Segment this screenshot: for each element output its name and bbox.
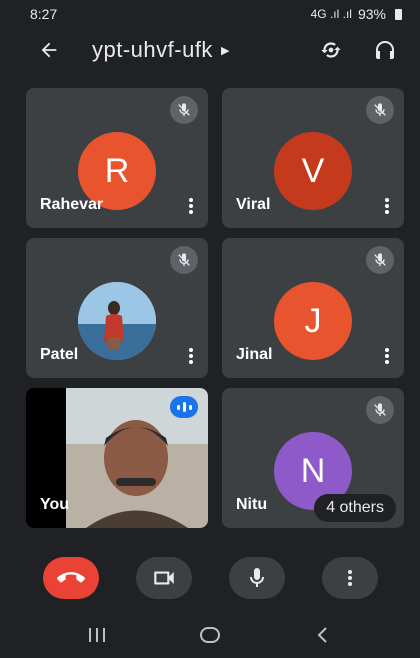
more-vert-icon[interactable]	[380, 196, 394, 216]
avatar: J	[274, 282, 352, 360]
switch-camera-icon	[321, 42, 341, 58]
chevron-left-icon	[317, 627, 328, 643]
more-vert-icon[interactable]	[184, 196, 198, 216]
mic-off-icon	[366, 96, 394, 124]
others-button[interactable]: 4 others	[314, 494, 396, 522]
more-vert-icon[interactable]	[184, 346, 198, 366]
participant-tile-patel[interactable]: Patel	[26, 238, 208, 378]
participant-name: You	[40, 496, 70, 513]
participant-tile-jinal[interactable]: J Jinal	[222, 238, 404, 378]
home-button[interactable]	[195, 620, 225, 650]
switch-camera-button[interactable]	[318, 37, 344, 63]
back-arrow-icon	[41, 42, 57, 58]
camera-toggle-button[interactable]	[135, 557, 192, 599]
participant-name: Nitu	[236, 496, 268, 513]
recent-apps-button[interactable]	[82, 620, 112, 650]
end-call-button[interactable]	[42, 557, 99, 599]
speaking-indicator-icon	[170, 396, 198, 418]
mic-off-icon	[366, 396, 394, 424]
more-options-button[interactable]	[321, 557, 378, 599]
mic-off-icon	[170, 96, 198, 124]
avatar-photo	[78, 282, 156, 360]
end-call-icon	[56, 572, 85, 583]
system-nav-bar	[0, 612, 420, 658]
battery-level: 93%	[357, 6, 386, 22]
headphones-icon	[376, 41, 394, 59]
participant-tile-viral[interactable]: V Viral	[222, 88, 404, 228]
videocam-icon	[153, 571, 174, 585]
participant-tile-rahevar[interactable]: R Rahevar	[26, 88, 208, 228]
mic-icon	[249, 568, 264, 587]
nav-back-button[interactable]	[308, 620, 338, 650]
call-controls	[0, 552, 420, 604]
status-indicators: 4G .ıl .ıl 93%	[311, 6, 402, 22]
mic-off-icon	[366, 246, 394, 274]
recent-apps-icon	[88, 628, 105, 642]
status-bar: 8:27 4G .ıl .ıl 93%	[0, 0, 420, 28]
avatar: V	[274, 132, 352, 210]
participant-tile-nitu[interactable]: N Nitu 4 others	[222, 388, 404, 528]
meeting-top-bar: ypt-uhvf-ufk ▶	[0, 30, 420, 70]
home-icon	[199, 627, 220, 643]
back-button[interactable]	[36, 37, 62, 63]
meeting-code-button[interactable]: ypt-uhvf-ufk ▶	[92, 37, 230, 63]
participant-name: Rahevar	[40, 196, 104, 213]
network-indicator: 4G .ıl .ıl	[310, 7, 352, 21]
caret-right-icon: ▶	[220, 44, 230, 57]
mic-off-icon	[170, 246, 198, 274]
battery-icon	[395, 8, 402, 20]
microphone-toggle-button[interactable]	[228, 557, 285, 599]
meeting-code: ypt-uhvf-ufk	[92, 37, 213, 62]
more-vert-icon[interactable]	[380, 346, 394, 366]
more-vert-icon	[347, 570, 352, 586]
participant-name: Viral	[236, 196, 271, 213]
participant-name: Patel	[40, 346, 79, 363]
audio-output-button[interactable]	[372, 37, 398, 63]
participant-name: Jinal	[236, 346, 273, 363]
status-time: 8:27	[30, 6, 58, 22]
participant-tile-you[interactable]: You	[26, 388, 208, 528]
